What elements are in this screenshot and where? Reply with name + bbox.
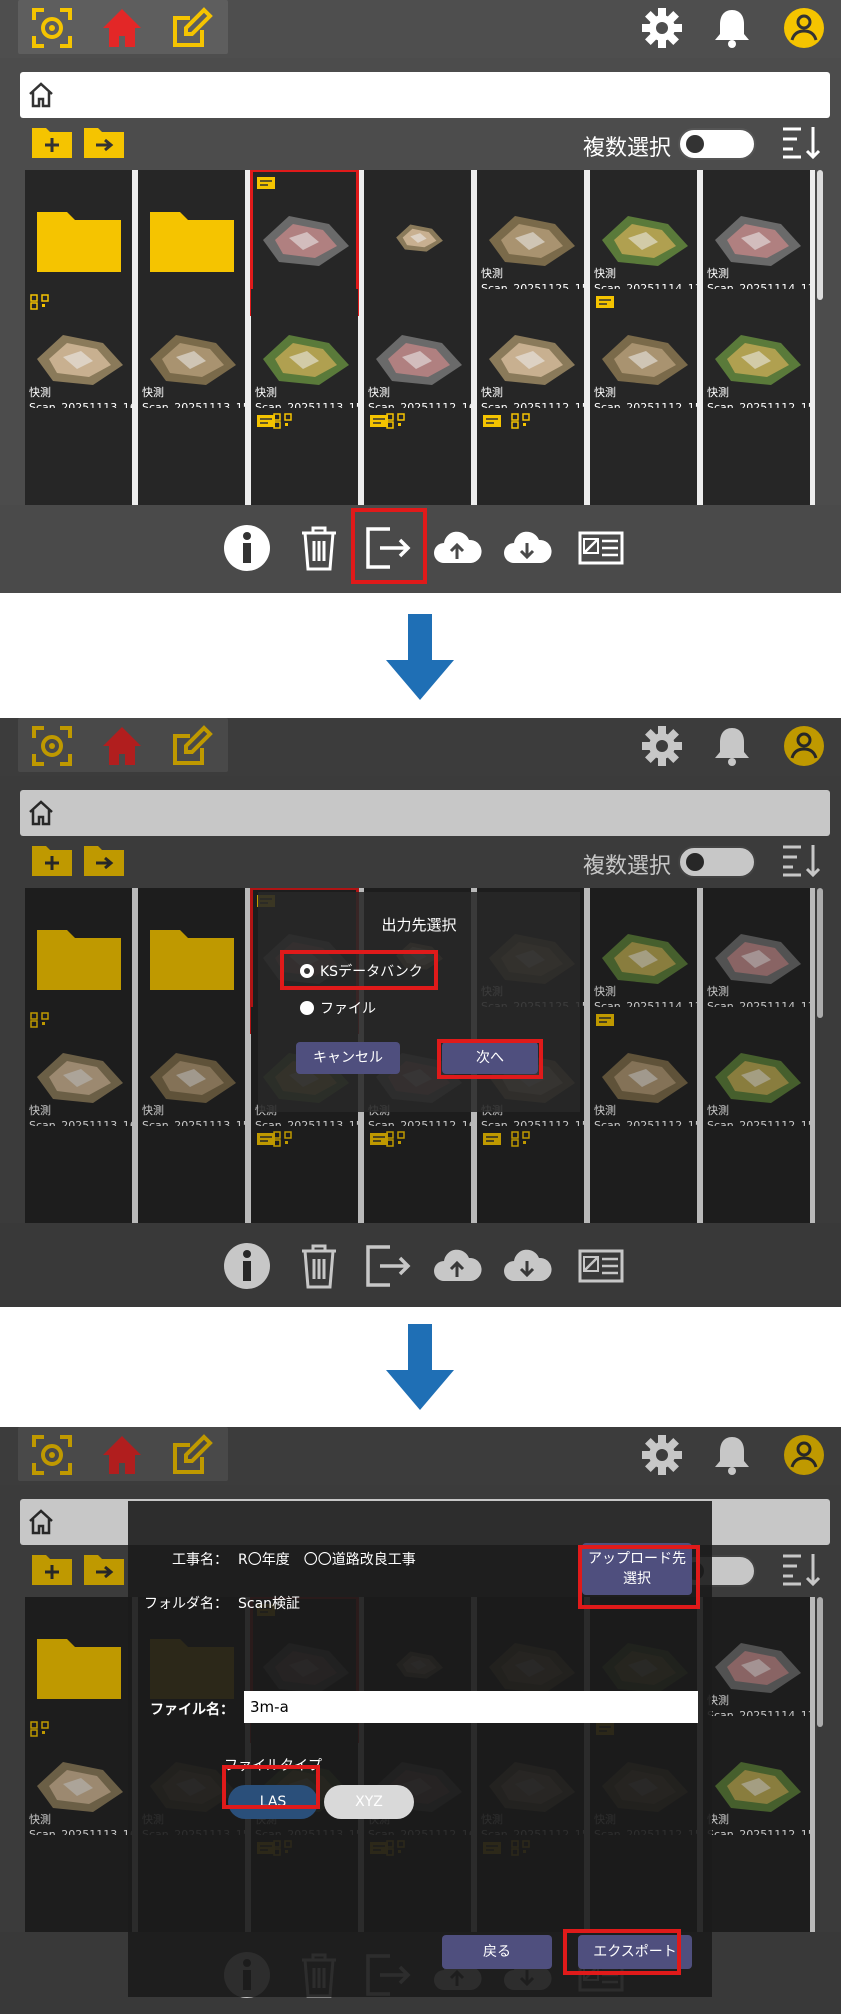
trash-icon[interactable] [294, 523, 344, 573]
move-folder-icon[interactable] [84, 124, 124, 158]
pin-badge-icon [483, 415, 501, 427]
scan-thumbnail [489, 335, 575, 385]
scan-thumbnail [396, 224, 443, 252]
folder-icon [150, 212, 234, 272]
filename-input[interactable]: 3m-a [244, 1691, 698, 1723]
scan-thumbnail [715, 335, 801, 385]
scan-icon[interactable] [30, 6, 74, 50]
highlight-export-icon [351, 508, 427, 584]
bell-icon[interactable] [710, 6, 754, 50]
filename-label: ファイル名： [150, 1702, 234, 1718]
scan-tile[interactable] [364, 408, 471, 505]
project-value: R〇年度 〇〇道路改良工事 [238, 1552, 416, 1568]
scan-tile[interactable] [703, 408, 810, 505]
qr-code-icon [386, 413, 405, 429]
cloud-upload-icon[interactable] [432, 523, 482, 573]
scan-thumbnail [37, 335, 123, 385]
home-breadcrumb-icon[interactable] [26, 80, 56, 110]
scan-tile[interactable] [138, 408, 245, 505]
folder-icon [37, 212, 121, 272]
highlight-export-button [563, 1929, 681, 1975]
id-card-badge-icon [596, 296, 614, 308]
scan-thumbnail [263, 216, 349, 266]
id-card-icon[interactable] [576, 523, 626, 573]
screen-3: 複数選択 2025Test3m-a3m-b快測 Scan_20251125_15… [0, 1427, 841, 2014]
breadcrumb-bar [20, 72, 830, 118]
screen-2: 複数選択 2025Test3m-a3m-b快測 Scan_20251125_15… [0, 718, 841, 1307]
scan-thumbnail [376, 335, 462, 385]
mode-group [18, 0, 228, 54]
dialog-title: 出力先選択 [381, 916, 457, 934]
folder-label: フォルダ名： [144, 1596, 228, 1612]
id-card-badge-icon [257, 177, 275, 189]
scrollbar[interactable] [817, 170, 823, 300]
down-arrow-icon [386, 1324, 454, 1410]
settings-icon[interactable] [640, 6, 684, 50]
screen-1: 複数選択 2025Test3m-a3m-b快測 Scan_20251125_15… [0, 0, 841, 593]
multi-select-toggle[interactable] [678, 128, 756, 160]
multi-select-label: 複数選択 [582, 136, 671, 161]
info-icon[interactable] [222, 523, 272, 573]
highlight-upload-destination [578, 1545, 700, 1609]
scan-tile[interactable] [251, 408, 358, 505]
filetype-xyz-button[interactable]: XYZ [324, 1785, 414, 1819]
edit-icon[interactable] [170, 6, 214, 50]
user-icon[interactable] [782, 6, 826, 50]
new-folder-icon[interactable] [32, 124, 72, 158]
scan-tile[interactable] [25, 408, 132, 505]
action-row: 複数選択 [0, 124, 841, 164]
scan-thumbnail [602, 216, 688, 266]
qr-code-icon [273, 413, 292, 429]
qr-code-icon [511, 413, 530, 429]
file-grid: 2025Test3m-a3m-b快測 Scan_20251125_15 2229… [25, 170, 815, 505]
pin-badge-icon [370, 415, 388, 427]
pin-badge-icon [257, 415, 275, 427]
highlight-next-button [437, 1039, 543, 1079]
sort-icon[interactable] [781, 124, 823, 160]
output-destination-dialog: 出力先選択 KSデータバンク ファイル キャンセル 次へ [258, 892, 580, 1112]
scan-thumbnail [263, 335, 349, 385]
top-toolbar [0, 0, 841, 58]
scan-thumbnail [602, 335, 688, 385]
folder-value: Scan検証 [238, 1596, 301, 1612]
scan-thumbnail [715, 216, 801, 266]
back-button[interactable]: 戻る [442, 1935, 552, 1969]
home-icon[interactable] [100, 6, 144, 50]
cloud-download-icon[interactable] [502, 523, 552, 573]
down-arrow-icon [386, 614, 454, 700]
scan-tile[interactable] [477, 408, 584, 505]
radio-file[interactable]: ファイル [300, 998, 376, 1018]
highlight-ks-option [280, 950, 438, 990]
qr-code-icon [30, 294, 49, 310]
highlight-las-button [222, 1765, 320, 1809]
scan-tile[interactable] [590, 408, 697, 505]
scan-thumbnail [150, 335, 236, 385]
scan-thumbnail [489, 216, 575, 266]
project-label: 工事名： [172, 1552, 228, 1568]
cancel-button[interactable]: キャンセル [296, 1042, 400, 1074]
